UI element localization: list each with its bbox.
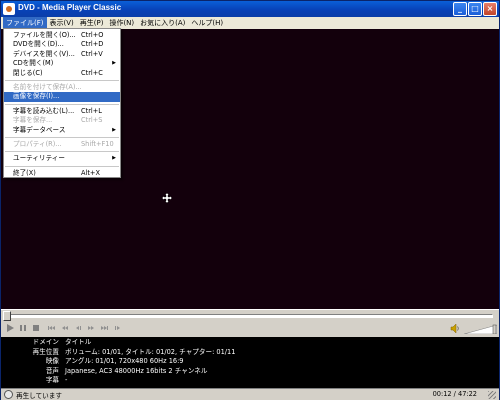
menu-item-open-cd[interactable]: CDを開く(M) ▶ bbox=[4, 59, 120, 68]
menu-item-open-dvd[interactable]: DVDを開く(D)... Ctrl+D bbox=[4, 40, 120, 49]
seek-bar[interactable] bbox=[1, 309, 499, 321]
menu-item-save-subtitle: 字幕を保存... Ctrl+S bbox=[4, 116, 120, 125]
volume-slider[interactable] bbox=[463, 324, 498, 335]
rewind-icon[interactable] bbox=[60, 323, 70, 333]
info-row-location: 再生位置 ボリューム: 01/01, タイトル: 01/02, チャプター: 0… bbox=[1, 348, 499, 358]
app-icon[interactable] bbox=[3, 3, 15, 15]
menu-favorites[interactable]: お気に入り(A) bbox=[137, 17, 188, 29]
info-key: 映像 bbox=[45, 357, 59, 366]
info-key: ドメイン bbox=[32, 338, 59, 346]
maximize-button[interactable]: □ bbox=[468, 2, 482, 16]
submenu-arrow-icon: ▶ bbox=[112, 126, 116, 133]
menu-item-save-as: 名前を付けて保存(A)... bbox=[4, 83, 120, 92]
play-icon[interactable] bbox=[5, 323, 15, 333]
menu-item-save-image[interactable]: 画像を保存(I)... bbox=[4, 92, 120, 102]
info-value: ボリューム: 01/01, タイトル: 01/02, チャプター: 01/11 bbox=[65, 347, 236, 356]
info-row-subtitles: 字幕 - bbox=[1, 376, 499, 386]
menu-item-shortcut: Shift+F10 bbox=[81, 139, 114, 148]
title-bar[interactable]: DVD - Media Player Classic _ □ × bbox=[1, 1, 499, 17]
menu-item-label: 閉じる(C) bbox=[13, 68, 43, 77]
menu-item-shortcut: Ctrl+D bbox=[81, 40, 104, 49]
info-value: - bbox=[65, 376, 68, 385]
close-button[interactable]: × bbox=[483, 2, 497, 16]
submenu-arrow-icon: ▶ bbox=[112, 60, 116, 67]
menu-separator bbox=[5, 151, 119, 153]
stop-icon[interactable] bbox=[31, 323, 41, 333]
speaker-icon[interactable] bbox=[450, 323, 460, 334]
info-panel: ドメイン タイトル 再生位置 ボリューム: 01/01, タイトル: 01/02… bbox=[1, 337, 499, 388]
menu-item-utilities[interactable]: ユーティリティー ▶ bbox=[4, 154, 120, 163]
file-menu-dropdown: ファイルを開く(O)... Ctrl+O DVDを開く(D)... Ctrl+D… bbox=[3, 28, 121, 178]
seek-thumb[interactable] bbox=[3, 311, 11, 321]
menu-separator bbox=[5, 136, 119, 138]
menu-item-label: CDを開く(M) bbox=[13, 59, 54, 68]
menu-help[interactable]: ヘルプ(H) bbox=[188, 17, 226, 29]
menu-item-shortcut: Ctrl+L bbox=[81, 106, 102, 115]
menu-item-label: 字幕データベース bbox=[13, 125, 66, 134]
info-row-domain: ドメイン タイトル bbox=[1, 338, 499, 348]
menu-item-label: 字幕を読み込む(L)... bbox=[13, 106, 75, 115]
menu-item-label: 字幕を保存... bbox=[13, 116, 53, 125]
transport-controls bbox=[1, 321, 499, 337]
menu-item-subtitle-database[interactable]: 字幕データベース ▶ bbox=[4, 126, 120, 135]
seek-track[interactable] bbox=[5, 314, 493, 318]
menu-item-shortcut: Ctrl+O bbox=[81, 31, 104, 39]
status-bar: 再生しています 00:12 / 47:22 bbox=[1, 388, 499, 400]
menu-item-shortcut: Ctrl+S bbox=[81, 116, 103, 125]
pause-icon[interactable] bbox=[18, 323, 28, 333]
menu-item-properties: プロパティ(R)... Shift+F10 bbox=[4, 140, 120, 149]
menu-item-label: デバイスを開く(V)... bbox=[13, 49, 75, 58]
menu-item-label: ファイルを開く(O)... bbox=[13, 31, 76, 39]
main-window: DVD - Media Player Classic _ □ × ファイル(F)… bbox=[0, 0, 500, 400]
menu-item-shortcut: Ctrl+C bbox=[81, 68, 103, 77]
menu-item-label: ユーティリティー bbox=[13, 154, 65, 163]
menu-item-open-file[interactable]: ファイルを開く(O)... Ctrl+O bbox=[4, 31, 120, 40]
menu-item-label: 終了(X) bbox=[13, 168, 36, 177]
info-value: アングル: 01/01, 720x480 60Hz 16:9 bbox=[65, 357, 184, 366]
menu-separator bbox=[5, 103, 119, 105]
info-key: 再生位置 bbox=[32, 347, 59, 356]
info-row-audio: 音声 Japanese, AC3 48000Hz 16bits 2 チャンネル bbox=[1, 367, 499, 377]
info-row-video: 映像 アングル: 01/01, 720x480 60Hz 16:9 bbox=[1, 357, 499, 367]
status-text: 再生しています bbox=[16, 392, 62, 400]
fast-forward-icon[interactable] bbox=[86, 323, 96, 333]
move-cursor-icon bbox=[161, 192, 173, 204]
time-readout: 00:12 / 47:22 bbox=[432, 390, 477, 398]
frame-back-icon[interactable] bbox=[73, 323, 83, 333]
info-value: Japanese, AC3 48000Hz 16bits 2 チャンネル bbox=[65, 366, 208, 375]
skip-back-icon[interactable] bbox=[47, 323, 57, 333]
menu-item-exit[interactable]: 終了(X) Alt+X bbox=[4, 169, 120, 178]
info-key: 字幕 bbox=[45, 376, 59, 385]
menu-item-shortcut: Ctrl+V bbox=[81, 49, 103, 58]
menu-item-load-subtitle[interactable]: 字幕を読み込む(L)... Ctrl+L bbox=[4, 107, 120, 116]
info-value: タイトル bbox=[65, 338, 92, 346]
submenu-arrow-icon: ▶ bbox=[112, 155, 116, 162]
minimize-button[interactable]: _ bbox=[453, 2, 467, 16]
menu-separator bbox=[5, 79, 119, 81]
info-key: 音声 bbox=[45, 366, 59, 375]
frame-step-icon[interactable] bbox=[113, 323, 123, 333]
menu-separator bbox=[5, 165, 119, 167]
menu-item-shortcut: Alt+X bbox=[81, 168, 100, 177]
status-icon bbox=[4, 390, 13, 399]
menu-item-label: 画像を保存(I)... bbox=[13, 92, 60, 101]
window-title: DVD - Media Player Classic bbox=[18, 3, 122, 12]
resize-grip-icon[interactable] bbox=[488, 391, 496, 399]
menu-item-label: 名前を付けて保存(A)... bbox=[13, 82, 82, 91]
menu-item-close[interactable]: 閉じる(C) Ctrl+C bbox=[4, 69, 120, 78]
skip-forward-icon[interactable] bbox=[99, 323, 109, 333]
menu-item-label: DVDを開く(D)... bbox=[13, 40, 64, 49]
menu-item-label: プロパティ(R)... bbox=[13, 139, 62, 148]
menu-item-open-device[interactable]: デバイスを開く(V)... Ctrl+V bbox=[4, 50, 120, 59]
